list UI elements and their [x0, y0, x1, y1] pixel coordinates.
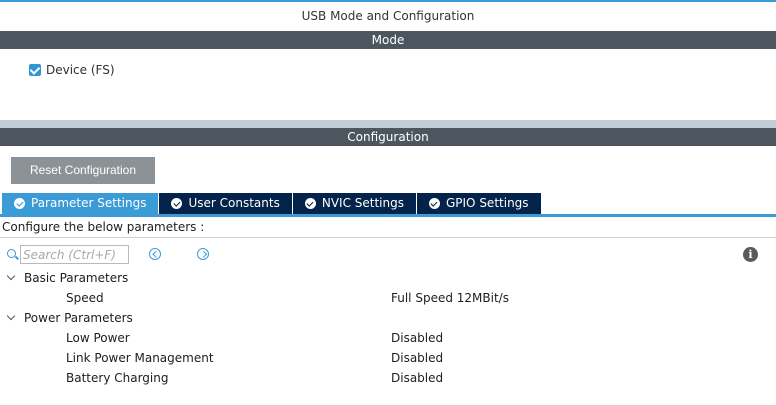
- param-value[interactable]: Full Speed 12MBit/s: [391, 288, 509, 308]
- tab-parameter-settings[interactable]: Parameter Settings: [2, 193, 160, 214]
- configure-instructions: Configure the below parameters :: [0, 217, 776, 238]
- info-icon[interactable]: i: [743, 247, 758, 262]
- param-value[interactable]: Disabled: [391, 328, 443, 348]
- reset-configuration-button[interactable]: Reset Configuration: [11, 157, 155, 184]
- tab-label: GPIO Settings: [445, 196, 529, 210]
- check-circle-icon: [304, 198, 316, 209]
- param-row-link-power-management[interactable]: Link Power Management Disabled: [0, 348, 776, 368]
- configuration-tabs: Parameter Settings User Constants NVIC S…: [2, 193, 542, 214]
- check-circle-icon: [14, 198, 25, 209]
- group-label: Basic Parameters: [24, 271, 129, 285]
- param-value[interactable]: Disabled: [391, 348, 443, 368]
- tab-user-constants[interactable]: User Constants: [159, 193, 293, 214]
- device-fs-label: Device (FS): [46, 63, 115, 77]
- param-name: Speed: [66, 291, 104, 305]
- parameter-tree: Basic Parameters Speed Full Speed 12MBit…: [0, 268, 776, 388]
- param-row-speed[interactable]: Speed Full Speed 12MBit/s: [0, 288, 776, 308]
- check-circle-icon: [171, 198, 183, 209]
- param-name: Link Power Management: [66, 351, 214, 365]
- search-input[interactable]: [20, 245, 129, 264]
- param-value[interactable]: Disabled: [391, 368, 443, 388]
- configuration-section-header: Configuration: [0, 128, 776, 146]
- param-row-battery-charging[interactable]: Battery Charging Disabled: [0, 368, 776, 388]
- window-title: USB Mode and Configuration: [301, 9, 475, 23]
- group-label: Power Parameters: [24, 311, 133, 325]
- device-fs-checkbox-row[interactable]: Device (FS): [29, 63, 115, 77]
- tab-label: User Constants: [188, 196, 280, 210]
- tree-group-basic-parameters[interactable]: Basic Parameters: [0, 268, 776, 288]
- check-circle-icon: [428, 198, 440, 209]
- search-next-icon[interactable]: [197, 248, 209, 260]
- search-previous-icon[interactable]: [149, 248, 161, 260]
- mode-section-header: Mode: [0, 31, 776, 49]
- mode-panel: Device (FS): [0, 49, 776, 120]
- tab-label: Parameter Settings: [31, 196, 147, 210]
- param-name: Low Power: [66, 331, 130, 345]
- search-toolbar: i: [0, 243, 776, 265]
- chevron-down-icon[interactable]: [6, 311, 16, 321]
- device-fs-checkbox[interactable]: [29, 64, 41, 76]
- param-row-low-power[interactable]: Low Power Disabled: [0, 328, 776, 348]
- chevron-down-icon[interactable]: [6, 271, 16, 281]
- panel-splitter[interactable]: [0, 120, 776, 128]
- param-name: Battery Charging: [66, 371, 169, 385]
- tab-nvic-settings[interactable]: NVIC Settings: [292, 193, 417, 214]
- tree-group-power-parameters[interactable]: Power Parameters: [0, 308, 776, 328]
- tab-gpio-settings[interactable]: GPIO Settings: [416, 193, 542, 214]
- search-icon: [7, 249, 16, 258]
- tab-label: NVIC Settings: [321, 196, 404, 210]
